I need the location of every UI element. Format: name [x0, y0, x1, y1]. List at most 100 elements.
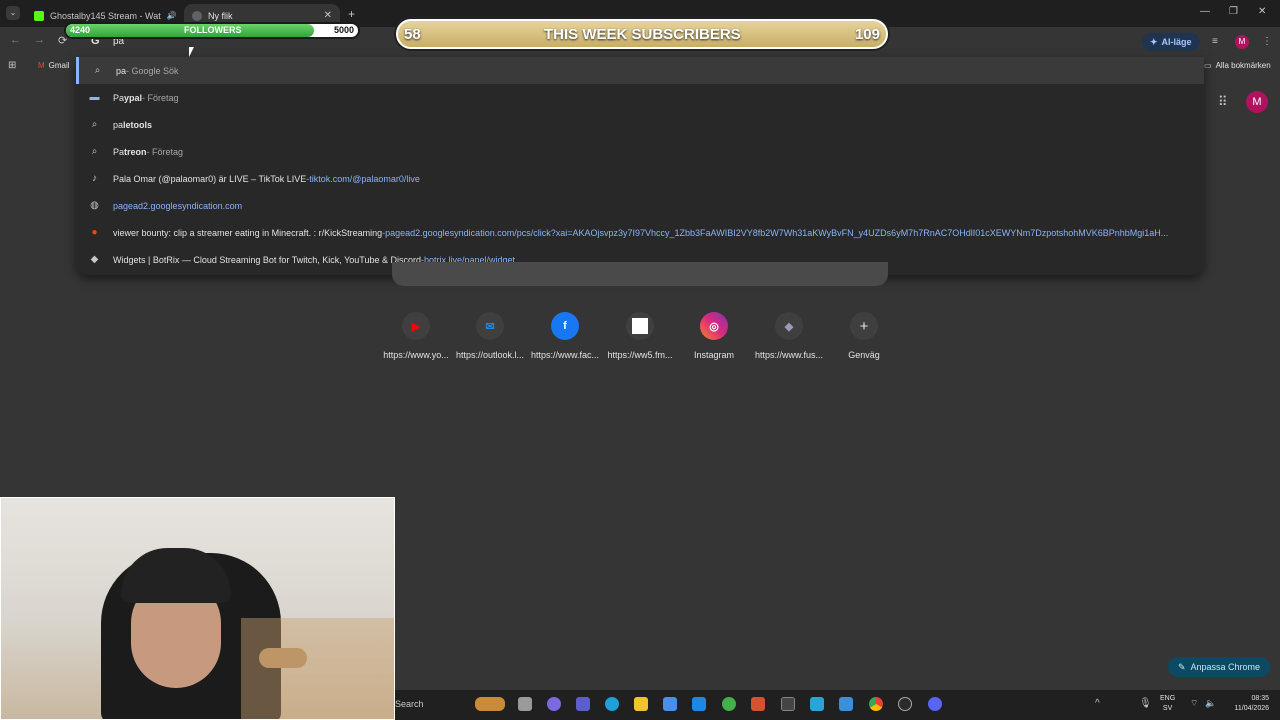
suggestion-url: pagead2.googlesyndication.com/pcs/click?…: [385, 227, 1169, 238]
tray-chevron-icon[interactable]: ^: [1095, 698, 1100, 709]
photos2-icon[interactable]: [839, 697, 853, 711]
search-icon: ⌕: [94, 65, 101, 76]
bookmark-label: Alla bokmärken: [1215, 61, 1271, 70]
widget-icon[interactable]: [475, 697, 505, 711]
mic-icon[interactable]: 🎙: [1139, 698, 1152, 709]
youtube-icon: ▶: [402, 312, 430, 340]
all-bookmarks[interactable]: ▭ Alla bokmärken: [1204, 61, 1271, 70]
new-tab-button[interactable]: +: [348, 7, 355, 21]
chrome-taskbar-icon[interactable]: [869, 697, 883, 711]
suggestion-item[interactable]: ● viewer bounty: clip a streamer eating …: [76, 219, 1204, 246]
back-button[interactable]: ←: [10, 34, 21, 46]
office-icon[interactable]: [751, 697, 765, 711]
omnibox-suggestions: ⌕ pa - Google Sök ▬ Pa ypal - Företag ⌕ p…: [76, 57, 1204, 275]
suggestion-bold: treon: [124, 146, 147, 157]
google-search-box[interactable]: [392, 262, 888, 286]
profile-avatar[interactable]: M: [1235, 35, 1249, 49]
obs-icon[interactable]: [898, 697, 912, 711]
wifi-icon[interactable]: ⌔: [1190, 698, 1198, 709]
minimize-button[interactable]: —: [1200, 6, 1210, 17]
suggestion-sub: - Företag: [142, 92, 179, 103]
followers-label: FOLLOWERS: [184, 25, 242, 35]
lang-secondary: SV: [1162, 705, 1173, 712]
shortcut-outlook[interactable]: ✉ https://outlook.l...: [454, 312, 526, 360]
globe-icon: ◍: [90, 200, 99, 211]
tab-label: Ny flik: [208, 10, 233, 21]
suggestion-item[interactable]: ♪ Pala Omar (@palaomar0) är LIVE – TikTo…: [76, 165, 1204, 192]
tab-search-icon[interactable]: ⌄: [6, 6, 20, 20]
suggestion-item[interactable]: ⌕ pa - Google Sök: [76, 57, 1204, 84]
google-apps-icon[interactable]: ⠿: [1218, 94, 1228, 110]
app-icon[interactable]: [781, 697, 795, 711]
ai-mode-label: AI-läge: [1161, 37, 1192, 47]
discord-icon[interactable]: [928, 697, 942, 711]
date: 11/04/2026: [1234, 705, 1269, 712]
suggestion-prefix: pa: [113, 119, 124, 130]
clock[interactable]: 08:35 11/04/2026: [1225, 694, 1269, 714]
outlook-taskbar-icon[interactable]: [692, 697, 706, 711]
gmail-icon: M: [38, 61, 45, 70]
folder-icon: ▭: [1204, 61, 1212, 70]
shortcut-facebook[interactable]: f https://www.fac...: [529, 312, 601, 360]
apps-icon[interactable]: ⊞: [8, 60, 16, 71]
cursor-icon: [189, 47, 194, 57]
shortcut-add[interactable]: + Genväg: [828, 312, 900, 360]
store-icon[interactable]: [663, 697, 677, 711]
tiktok-icon: ♪: [92, 173, 97, 184]
page-icon: [626, 312, 654, 340]
forward-button[interactable]: →: [34, 34, 45, 46]
suggestion-bold: letools: [123, 119, 153, 130]
plus-icon: +: [850, 312, 878, 340]
restore-button[interactable]: ❐: [1229, 6, 1238, 17]
subscribers-label: THIS WEEK SUBSCRIBERS: [544, 26, 741, 43]
chrome-icon: [192, 10, 202, 21]
followers-goal: 5000: [333, 25, 354, 35]
followers-current: 4240: [70, 25, 91, 35]
shortcut-fusion[interactable]: ◆ https://www.fus...: [753, 312, 825, 360]
teams-icon[interactable]: [576, 697, 590, 711]
bookmark-gmail[interactable]: M Gmail: [38, 61, 70, 70]
photos-icon[interactable]: [810, 697, 824, 711]
reddit-icon: ●: [91, 227, 98, 238]
suggestion-sub: - Företag: [146, 146, 184, 157]
account-avatar[interactable]: M: [1246, 91, 1268, 113]
menu-icon[interactable]: ⋮: [1262, 36, 1272, 47]
subscribers-goal-bar: 58 THIS WEEK SUBSCRIBERS 109: [396, 19, 888, 49]
suggestion-text: Pala Omar (@palaomar0) är LIVE – TikTok …: [113, 173, 307, 184]
close-window-button[interactable]: ✕: [1258, 6, 1266, 17]
vpn-icon[interactable]: [722, 697, 736, 711]
suggestion-item[interactable]: ▬ Pa ypal - Företag: [76, 84, 1204, 111]
edge-icon[interactable]: [605, 697, 619, 711]
suggestion-text: pa: [116, 65, 127, 76]
suggestion-item[interactable]: ◍ pagead2.googlesyndication.com: [76, 192, 1204, 219]
floor: [241, 618, 394, 719]
shortcut-label: Genväg: [848, 350, 880, 360]
shortcut-ww5[interactable]: https://ww5.fm...: [604, 312, 676, 360]
shortcut-instagram[interactable]: ◎ Instagram: [678, 312, 750, 360]
taskbar-search[interactable]: Search: [395, 699, 424, 709]
suggestion-item[interactable]: ⌕ pa letools: [76, 111, 1204, 138]
customize-chrome-button[interactable]: ✎ Anpassa Chrome: [1168, 657, 1270, 677]
volume-icon[interactable]: 🔈: [1205, 698, 1216, 709]
shortcut-label: https://www.fac...: [530, 350, 600, 360]
bookmark-label: Gmail: [48, 61, 70, 70]
close-icon[interactable]: ✕: [324, 10, 332, 21]
file-explorer-icon[interactable]: [634, 697, 648, 711]
media-icon[interactable]: ≡: [1212, 36, 1218, 47]
outlook-icon: ✉: [476, 312, 504, 340]
ai-mode-button[interactable]: ✦ AI-läge: [1142, 33, 1200, 51]
time: 08:35: [1251, 695, 1269, 702]
suggestion-url: tiktok.com/@palaomar0/live: [309, 173, 420, 184]
copilot-icon[interactable]: [547, 697, 561, 711]
tab-label: Ghostalby145 Stream - Wat: [50, 10, 161, 21]
shortcut-label: https://ww5.fm...: [607, 350, 673, 360]
language-indicator[interactable]: ENG SV: [1160, 694, 1175, 714]
shortcut-youtube[interactable]: ▶ https://www.yo...: [380, 312, 452, 360]
speaker-icon: 🔊: [166, 11, 177, 20]
suggestion-item[interactable]: ⌕ Pa treon - Företag: [76, 138, 1204, 165]
task-view-icon[interactable]: [518, 697, 532, 711]
suggestion-prefix: Pa: [113, 146, 125, 157]
suggestion-sub: - Google Sök: [126, 65, 179, 76]
subscribers-right-count: 109: [854, 26, 880, 43]
search-icon: ⌕: [91, 119, 98, 130]
